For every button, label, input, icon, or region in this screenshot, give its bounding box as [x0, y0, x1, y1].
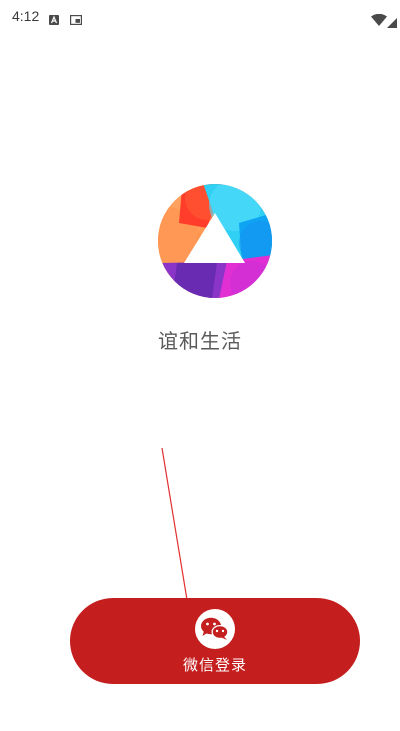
status-time: 4:12 [12, 8, 40, 24]
app-logo-icon [157, 183, 273, 299]
wifi-icon [371, 11, 387, 26]
wechat-login-label: 微信登录 [182, 656, 247, 674]
signal-icon [387, 13, 397, 28]
status-bar: 4:12 [0, 0, 400, 34]
wechat-icon [195, 609, 235, 649]
app-name: 谊和生活 [158, 329, 242, 353]
login-screen: 4:12 谊和生活 微信登录 [0, 0, 400, 731]
wechat-login-button[interactable]: 微信登录 [70, 598, 360, 684]
accessibility-a-icon [49, 10, 59, 25]
picture-in-picture-icon [70, 10, 83, 26]
